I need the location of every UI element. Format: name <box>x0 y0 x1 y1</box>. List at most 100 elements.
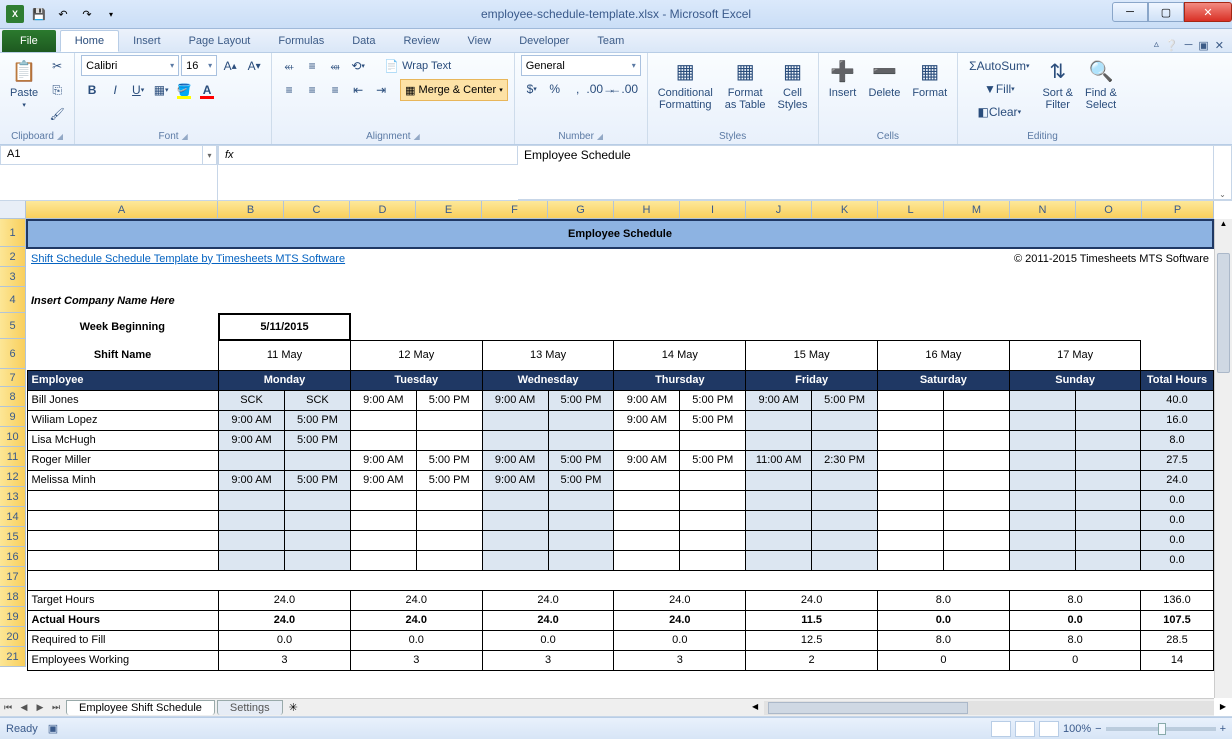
col-header-P[interactable]: P <box>1142 201 1214 219</box>
summary-value[interactable]: 3 <box>482 650 614 670</box>
summary-label[interactable]: Employees Working <box>27 650 219 670</box>
tab-page-layout[interactable]: Page Layout <box>175 30 265 52</box>
tab-home[interactable]: Home <box>60 30 119 52</box>
underline-button[interactable]: U▾ <box>127 79 149 101</box>
shift-cell[interactable] <box>350 510 416 530</box>
wrap-text-button[interactable]: 📄Wrap Text <box>377 55 458 77</box>
window-close-icon[interactable]: ✕ <box>1215 39 1224 52</box>
row-header-14[interactable]: 14 <box>0 507 26 527</box>
font-name-dropdown[interactable]: Calibri▾ <box>81 55 179 76</box>
macro-record-icon[interactable]: ▣ <box>48 722 58 735</box>
summary-label[interactable]: Target Hours <box>27 590 219 610</box>
conditional-formatting-button[interactable]: ▦Conditional Formatting <box>654 55 717 113</box>
shift-cell[interactable] <box>878 550 944 570</box>
summary-total[interactable]: 28.5 <box>1141 630 1213 650</box>
redo-icon[interactable]: ↷ <box>76 3 98 25</box>
shift-cell[interactable]: 5:00 PM <box>284 470 350 490</box>
row-header-12[interactable]: 12 <box>0 467 26 487</box>
summary-value[interactable]: 2 <box>746 650 878 670</box>
summary-value[interactable]: 0 <box>878 650 1010 670</box>
horizontal-scrollbar[interactable]: ◀▶ <box>764 701 1214 715</box>
row-header-19[interactable]: 19 <box>0 607 26 627</box>
shift-cell[interactable]: 9:00 AM <box>350 390 416 410</box>
day-header[interactable]: Wednesday <box>482 370 614 390</box>
shift-cell[interactable] <box>1009 490 1075 510</box>
shift-cell[interactable]: 5:00 PM <box>548 450 614 470</box>
shift-cell[interactable] <box>746 470 812 490</box>
employee-name-cell[interactable] <box>27 530 219 550</box>
shift-cell[interactable] <box>878 470 944 490</box>
summary-value[interactable]: 3 <box>614 650 746 670</box>
shift-cell[interactable] <box>416 510 482 530</box>
align-right-icon[interactable]: ≡ <box>324 79 346 101</box>
shift-cell[interactable] <box>482 410 548 430</box>
shift-cell[interactable] <box>812 410 878 430</box>
total-hours-header[interactable]: Total Hours <box>1141 370 1213 390</box>
shift-cell[interactable] <box>746 530 812 550</box>
col-header-E[interactable]: E <box>416 201 482 219</box>
shift-cell[interactable] <box>350 410 416 430</box>
summary-value[interactable]: 0.0 <box>878 610 1010 630</box>
shift-cell[interactable] <box>614 430 680 450</box>
formula-input[interactable]: Employee Schedule <box>518 145 1214 200</box>
shift-cell[interactable] <box>416 550 482 570</box>
shift-cell[interactable] <box>878 410 944 430</box>
total-cell[interactable]: 0.0 <box>1141 510 1213 530</box>
shift-cell[interactable] <box>1075 510 1141 530</box>
shift-cell[interactable] <box>943 450 1009 470</box>
shift-cell[interactable] <box>1009 530 1075 550</box>
shift-cell[interactable] <box>746 550 812 570</box>
title-cell[interactable]: Employee Schedule <box>27 220 1213 248</box>
day-header[interactable]: Sunday <box>1009 370 1141 390</box>
shift-cell[interactable] <box>943 550 1009 570</box>
day-header[interactable]: Monday <box>219 370 351 390</box>
shift-cell[interactable] <box>1075 550 1141 570</box>
sheet-nav[interactable]: ⏮◀▶⏭ <box>0 700 64 716</box>
shift-cell[interactable]: SCK <box>219 390 285 410</box>
shift-cell[interactable] <box>1075 530 1141 550</box>
shift-cell[interactable] <box>878 430 944 450</box>
excel-icon[interactable]: X <box>4 3 26 25</box>
shift-cell[interactable]: 5:00 PM <box>416 450 482 470</box>
cell-styles-button[interactable]: ▦Cell Styles <box>774 55 812 113</box>
shift-cell[interactable] <box>1075 430 1141 450</box>
shift-cell[interactable]: 9:00 AM <box>482 450 548 470</box>
summary-value[interactable]: 24.0 <box>219 590 351 610</box>
cut-icon[interactable]: ✂ <box>46 55 68 77</box>
shift-cell[interactable] <box>482 550 548 570</box>
summary-value[interactable]: 0.0 <box>1009 610 1141 630</box>
total-cell[interactable]: 40.0 <box>1141 390 1213 410</box>
shift-cell[interactable]: 5:00 PM <box>548 390 614 410</box>
shift-cell[interactable] <box>943 530 1009 550</box>
shift-cell[interactable] <box>1009 430 1075 450</box>
accounting-icon[interactable]: $▾ <box>521 78 543 100</box>
date-header[interactable]: 13 May <box>482 340 614 370</box>
row-header-15[interactable]: 15 <box>0 527 26 547</box>
shift-cell[interactable] <box>219 550 285 570</box>
bold-button[interactable]: B <box>81 79 103 101</box>
col-header-F[interactable]: F <box>482 201 548 219</box>
total-cell[interactable]: 16.0 <box>1141 410 1213 430</box>
row-header-1[interactable]: 1 <box>0 219 26 247</box>
shift-cell[interactable] <box>614 510 680 530</box>
row-header-8[interactable]: 8 <box>0 387 26 407</box>
number-format-dropdown[interactable]: General▾ <box>521 55 641 76</box>
format-painter-icon[interactable]: 🖌 <box>46 103 68 125</box>
shift-cell[interactable]: 9:00 AM <box>350 470 416 490</box>
new-sheet-icon[interactable]: ✳ <box>289 701 298 714</box>
tab-developer[interactable]: Developer <box>505 30 583 52</box>
shift-cell[interactable] <box>1009 510 1075 530</box>
col-header-M[interactable]: M <box>944 201 1010 219</box>
copy-icon[interactable]: ⎘ <box>46 79 68 101</box>
percent-icon[interactable]: % <box>544 78 566 100</box>
shift-cell[interactable]: 5:00 PM <box>680 390 746 410</box>
shift-cell[interactable]: 9:00 AM <box>614 450 680 470</box>
row-header-20[interactable]: 20 <box>0 627 26 647</box>
row-header-18[interactable]: 18 <box>0 587 26 607</box>
clipboard-launcher-icon[interactable]: ◢ <box>57 132 63 141</box>
total-cell[interactable]: 24.0 <box>1141 470 1213 490</box>
shift-cell[interactable] <box>416 430 482 450</box>
shift-cell[interactable] <box>943 470 1009 490</box>
shift-cell[interactable] <box>350 490 416 510</box>
shift-cell[interactable] <box>878 450 944 470</box>
